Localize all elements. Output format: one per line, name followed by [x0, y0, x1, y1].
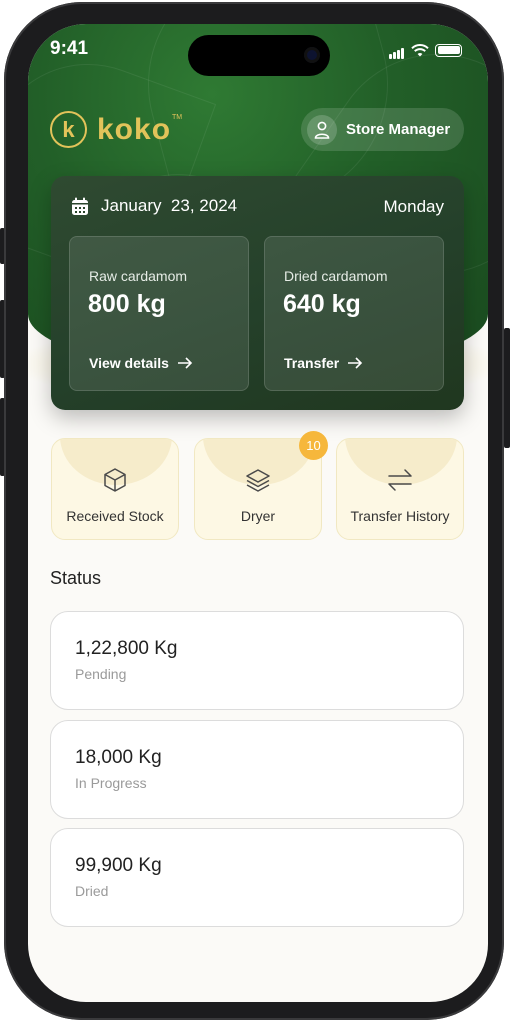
arrow-right-icon: [177, 357, 193, 369]
dryer-count-badge: 10: [299, 431, 328, 460]
view-details-link[interactable]: View details: [89, 355, 193, 371]
received-stock-button[interactable]: Received Stock: [51, 438, 179, 540]
action-label: Dryer: [240, 508, 276, 524]
transfer-link[interactable]: Transfer: [284, 355, 363, 371]
camera-icon: [304, 47, 320, 63]
transfer-arrows-icon: [388, 469, 412, 491]
status-value: 1,22,800 Kg: [75, 638, 178, 659]
action-label: Transfer History: [350, 508, 450, 524]
status-card-dried[interactable]: 99,900 Kg Dried: [50, 828, 464, 927]
battery-icon: [435, 43, 462, 57]
status-value: 99,900 Kg: [75, 855, 162, 876]
cube-icon: [104, 468, 126, 492]
user-profile-button[interactable]: Store Manager: [301, 108, 464, 151]
power-button: [504, 328, 510, 448]
layers-icon: [246, 469, 270, 492]
cellular-signal-icon: [389, 41, 405, 59]
status-card-pending[interactable]: 1,22,800 Kg Pending: [50, 611, 464, 710]
user-role-label: Store Manager: [346, 121, 451, 138]
status-label: Dried: [75, 883, 109, 899]
status-value: 18,000 Kg: [75, 747, 162, 768]
phone-frame: 9:41 k koko TM Store Manager January 23,…: [4, 2, 504, 1020]
status-section-title: Status: [50, 568, 102, 588]
link-label: View details: [89, 355, 169, 371]
status-label: In Progress: [75, 775, 147, 791]
arrow-right-icon: [348, 357, 363, 369]
status-icons: [389, 41, 462, 59]
status-label: Pending: [75, 666, 127, 682]
dried-cardamom-tile: Dried cardamom 640 kg Transfer: [264, 236, 444, 391]
tile-label: Raw cardamom: [89, 268, 188, 284]
tile-label: Dried cardamom: [284, 268, 388, 284]
user-icon: [307, 114, 337, 145]
tile-value: 800 kg: [88, 290, 166, 318]
dynamic-island: [188, 35, 330, 76]
date-row: January 23, 2024: [71, 196, 237, 216]
trademark: TM: [172, 114, 183, 121]
status-card-in-progress[interactable]: 18,000 Kg In Progress: [50, 720, 464, 819]
brand-logo: k koko TM: [50, 111, 191, 148]
tile-value: 640 kg: [283, 290, 361, 318]
logo-mark-icon: k: [50, 111, 87, 148]
current-day: Monday: [383, 197, 444, 216]
brand-name: koko: [97, 112, 172, 146]
status-bar: 9:41: [28, 24, 488, 76]
link-label: Transfer: [284, 355, 340, 371]
raw-cardamom-tile: Raw cardamom 800 kg View details: [69, 236, 249, 391]
action-label: Received Stock: [66, 508, 164, 524]
clock: 9:41: [50, 38, 89, 59]
summary-card: January 23, 2024 Monday Raw cardamom 800…: [51, 176, 464, 410]
app-screen: 9:41 k koko TM Store Manager January 23,…: [28, 24, 488, 1002]
transfer-history-button[interactable]: Transfer History: [336, 438, 464, 540]
calendar-icon: [72, 197, 88, 215]
wifi-icon: [411, 43, 429, 56]
current-date: January 23, 2024: [101, 196, 238, 215]
